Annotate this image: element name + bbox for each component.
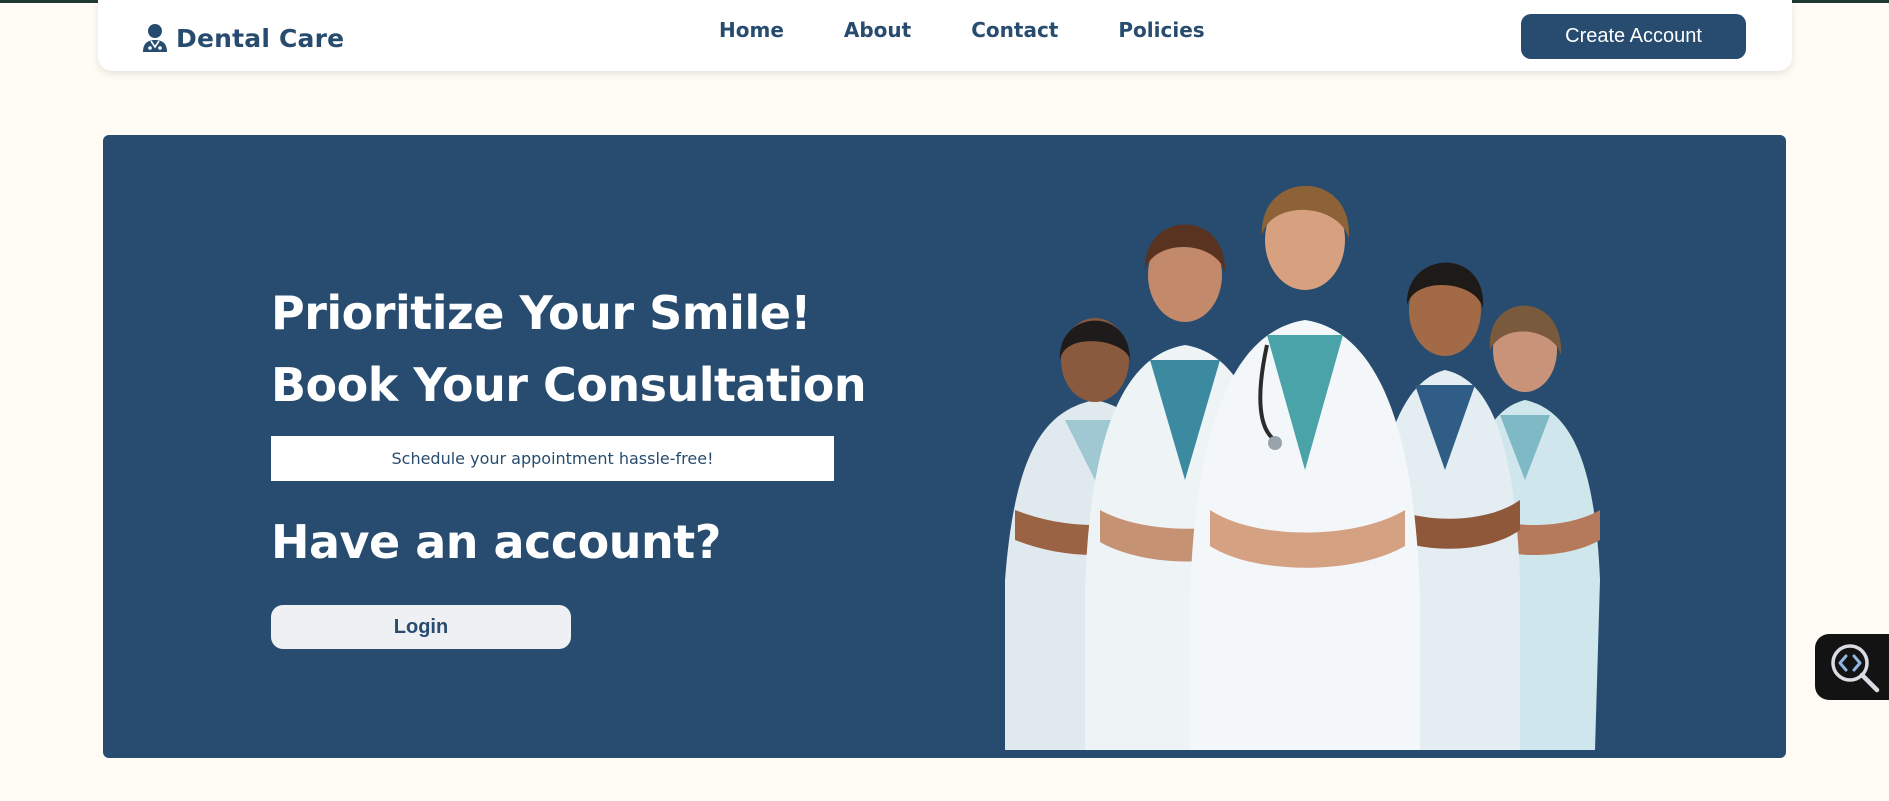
doctor-user-icon (143, 24, 167, 52)
brand-name: Dental Care (176, 23, 345, 53)
nav-contact-link[interactable]: Contact (971, 18, 1058, 42)
create-account-button[interactable]: Create Account (1521, 14, 1746, 59)
hero-title-line-1: Prioritize Your Smile! (271, 286, 811, 340)
schedule-banner: Schedule your appointment hassle-free! (271, 436, 834, 481)
nav-about-link[interactable]: About (844, 18, 911, 42)
nav-home-link[interactable]: Home (719, 18, 784, 42)
nav-policies-link[interactable]: Policies (1118, 18, 1204, 42)
inspector-widget[interactable] (1815, 634, 1889, 700)
account-question-heading: Have an account? (271, 515, 721, 569)
hero-section: Prioritize Your Smile! Book Your Consult… (103, 135, 1786, 758)
navbar: Dental Care Home About Contact Policies … (98, 0, 1792, 71)
brand-logo[interactable]: Dental Care (142, 20, 344, 56)
code-search-icon (1831, 644, 1880, 693)
hero-title: Prioritize Your Smile! Book Your Consult… (271, 277, 867, 421)
hero-title-line-2: Book Your Consultation (271, 358, 867, 412)
login-button[interactable]: Login (271, 605, 571, 649)
main-nav: Home About Contact Policies (719, 18, 1205, 42)
medical-team-illustration (1005, 185, 1600, 750)
